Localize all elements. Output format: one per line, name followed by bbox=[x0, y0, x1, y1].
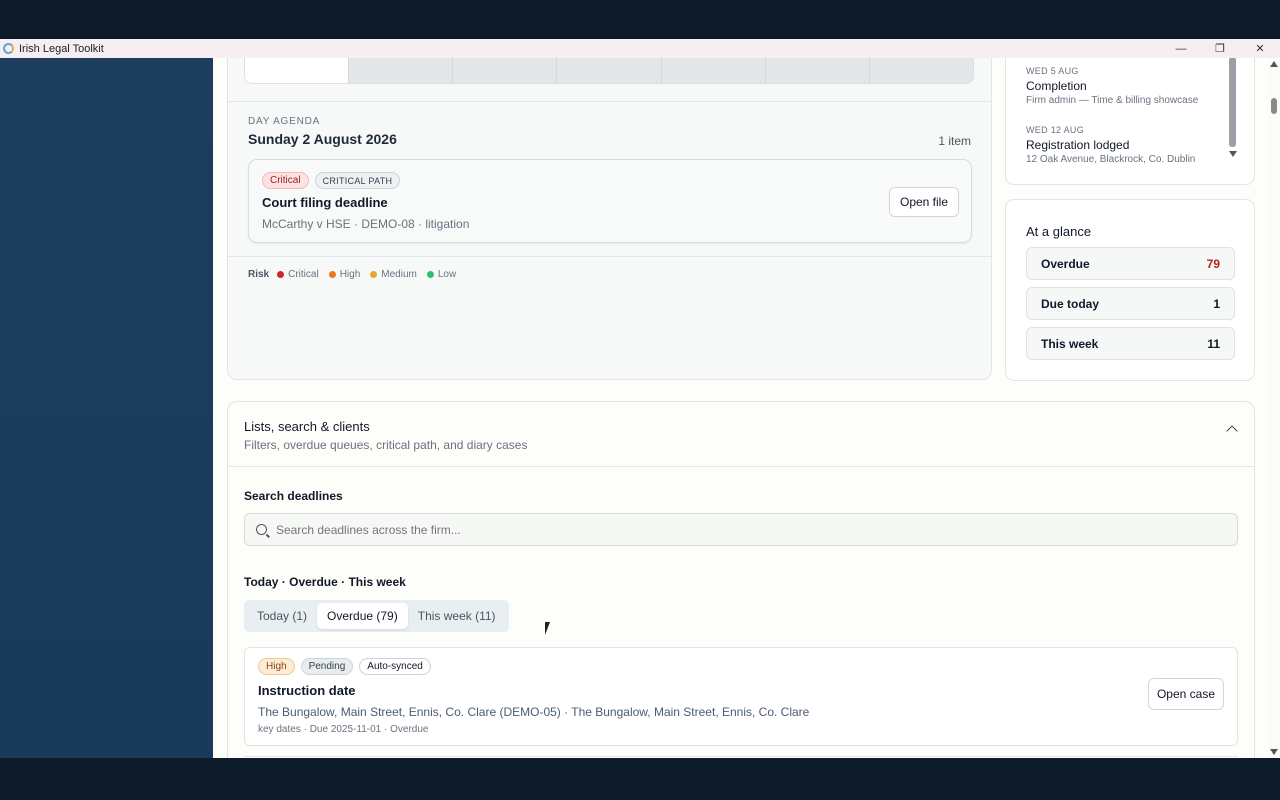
scroll-up-arrow-icon[interactable] bbox=[1270, 61, 1278, 67]
glance-value: 1 bbox=[1213, 296, 1220, 311]
search-icon bbox=[256, 524, 267, 535]
upcoming-deadlines-card: WED 5 AUG Completion Firm admin — Time &… bbox=[1005, 58, 1255, 185]
week-day-cell[interactable] bbox=[870, 58, 973, 83]
app-logo-icon bbox=[3, 43, 14, 54]
legend-dot-icon bbox=[328, 271, 336, 278]
at-a-glance-card: At a glance Overdue 79 Due today 1 This … bbox=[1005, 199, 1255, 381]
result-meta: The Bungalow, Main Street, Ennis, Co. Cl… bbox=[258, 705, 810, 719]
week-strip bbox=[244, 58, 974, 84]
deadline-result-card[interactable]: High Pending Auto-synced Instruction dat… bbox=[244, 647, 1238, 746]
sync-badge: Auto-synced bbox=[359, 658, 431, 675]
upcoming-sub: 12 Oak Avenue, Blackrock, Co. Dublin bbox=[1026, 154, 1196, 165]
close-button[interactable]: ✕ bbox=[1240, 39, 1280, 58]
risk-badge: Critical bbox=[262, 172, 309, 189]
glance-row-due-today[interactable]: Due today 1 bbox=[1026, 287, 1235, 320]
agenda-kicker: DAY AGENDA bbox=[248, 116, 321, 127]
upcoming-scrollbar-thumb[interactable] bbox=[1229, 58, 1236, 147]
upcoming-date: WED 5 AUG bbox=[1026, 66, 1079, 76]
glance-title: At a glance bbox=[1026, 224, 1092, 239]
agenda-event-card[interactable]: Critical CRITICAL PATH Court filing dead… bbox=[248, 159, 972, 243]
glance-label: Overdue bbox=[1041, 256, 1090, 271]
calendar-card: DAY AGENDA Sunday 2 August 2026 1 item C… bbox=[227, 58, 992, 380]
legend-item: High bbox=[328, 269, 360, 280]
upcoming-sub: Firm admin — Time & billing showcase bbox=[1026, 95, 1199, 106]
legend-item: Medium bbox=[370, 269, 417, 280]
legend-label: Risk bbox=[248, 269, 270, 280]
quick-filter-label: Today · Overdue · This week bbox=[244, 575, 406, 589]
mouse-cursor-icon bbox=[545, 622, 550, 635]
risk-legend: Risk Critical High Medium Low bbox=[248, 269, 466, 280]
desktop-top-strip bbox=[0, 0, 1280, 39]
event-meta: McCarthy v HSE · DEMO-08 · litigation bbox=[262, 217, 470, 231]
glance-row-overdue[interactable]: Overdue 79 bbox=[1026, 247, 1235, 280]
scroll-down-arrow-icon[interactable] bbox=[1229, 151, 1237, 157]
week-day-cell[interactable] bbox=[557, 58, 662, 83]
open-file-button[interactable]: Open file bbox=[889, 187, 959, 217]
glance-label: Due today bbox=[1041, 296, 1100, 311]
main-content: DAY AGENDA Sunday 2 August 2026 1 item C… bbox=[213, 58, 1268, 758]
legend-dot-icon bbox=[277, 271, 285, 278]
agenda-date: Sunday 2 August 2026 bbox=[248, 131, 397, 147]
glance-value: 79 bbox=[1206, 256, 1220, 271]
sidebar bbox=[0, 58, 213, 758]
search-label: Search deadlines bbox=[244, 489, 343, 503]
week-day-cell[interactable] bbox=[349, 58, 454, 83]
glance-value: 11 bbox=[1207, 336, 1220, 351]
search-input[interactable] bbox=[276, 522, 1176, 537]
week-day-cell[interactable] bbox=[766, 58, 870, 83]
tab-overdue[interactable]: Overdue (79) bbox=[317, 603, 408, 629]
event-title: Court filing deadline bbox=[262, 195, 388, 210]
quick-filter-tabs: Today (1) Overdue (79) This week (11) bbox=[244, 600, 509, 632]
chevron-up-icon[interactable] bbox=[1226, 425, 1238, 437]
legend-item: Low bbox=[426, 269, 456, 280]
lists-search-card: Lists, search & clients Filters, overdue… bbox=[227, 401, 1255, 758]
maximize-button[interactable]: ❐ bbox=[1200, 39, 1240, 58]
week-day-cell[interactable] bbox=[453, 58, 558, 83]
result-title: Instruction date bbox=[258, 683, 356, 698]
divider bbox=[228, 256, 991, 257]
critical-path-badge: CRITICAL PATH bbox=[314, 172, 401, 189]
result-sub: key dates · Due 2025-11-01 · Overdue bbox=[258, 724, 429, 735]
tab-this-week[interactable]: This week (11) bbox=[408, 603, 506, 629]
tab-today[interactable]: Today (1) bbox=[247, 603, 317, 629]
upcoming-date: WED 12 AUG bbox=[1026, 125, 1085, 135]
open-case-button[interactable]: Open case bbox=[1148, 678, 1224, 710]
upcoming-item[interactable]: WED 5 AUG Completion Firm admin — Time &… bbox=[1026, 66, 1198, 106]
minimize-button[interactable]: — bbox=[1161, 39, 1201, 58]
glance-label: This week bbox=[1041, 336, 1099, 351]
legend-item: Critical bbox=[277, 269, 319, 280]
legend-dot-icon bbox=[426, 271, 434, 278]
window-title: Irish Legal Toolkit bbox=[19, 42, 104, 55]
scroll-down-arrow-icon[interactable] bbox=[1270, 749, 1278, 755]
upcoming-title: Registration lodged bbox=[1026, 138, 1130, 152]
section-subtitle: Filters, overdue queues, critical path, … bbox=[244, 438, 528, 452]
legend-dot-icon bbox=[370, 271, 378, 278]
search-box[interactable] bbox=[244, 513, 1238, 546]
scrollbar-thumb[interactable] bbox=[1271, 98, 1277, 114]
week-day-cell[interactable] bbox=[245, 58, 350, 83]
risk-badge: High bbox=[258, 658, 295, 675]
window-titlebar: Irish Legal Toolkit — ❐ ✕ bbox=[0, 39, 1280, 58]
agenda-item-count: 1 item bbox=[938, 134, 971, 148]
section-title: Lists, search & clients bbox=[244, 419, 370, 434]
week-day-cell[interactable] bbox=[662, 58, 766, 83]
glance-row-this-week[interactable]: This week 11 bbox=[1026, 327, 1235, 360]
desktop-bottom-strip bbox=[0, 758, 1280, 800]
divider bbox=[228, 466, 1254, 467]
upcoming-title: Completion bbox=[1026, 79, 1087, 93]
status-badge: Pending bbox=[300, 658, 354, 675]
upcoming-item[interactable]: WED 12 AUG Registration lodged 12 Oak Av… bbox=[1026, 125, 1195, 165]
divider bbox=[228, 101, 991, 102]
page-scrollbar[interactable] bbox=[1268, 58, 1280, 758]
